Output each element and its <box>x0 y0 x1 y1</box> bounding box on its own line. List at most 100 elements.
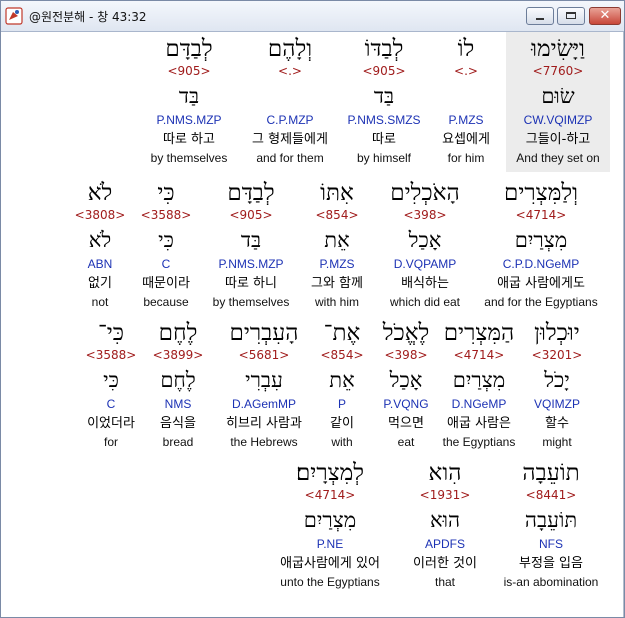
korean-gloss: 음식을 <box>160 416 196 431</box>
strong-number: <854> <box>315 208 359 222</box>
lemma-word: הוּא <box>429 508 461 532</box>
close-icon: ✕ <box>599 8 611 23</box>
korean-gloss: 히브리 사람과 <box>226 416 302 431</box>
strong-number: <3588> <box>140 208 192 222</box>
strong-number: <3808> <box>74 208 126 222</box>
english-gloss: with him <box>314 295 360 309</box>
korean-gloss: 먹으면 <box>388 416 424 431</box>
hebrew-word[interactable]: יוּכְלוּן <box>534 319 580 347</box>
parsing-code: VQIMZP <box>533 397 581 411</box>
strong-number: <5681> <box>238 348 290 362</box>
strong-number: <3201> <box>531 348 583 362</box>
maximize-button[interactable] <box>557 7 585 25</box>
korean-gloss: 애굽 사람에게도 <box>497 276 585 291</box>
parsing-code: D.AGemMP <box>231 397 297 411</box>
korean-gloss: 따로 하니 <box>225 276 277 291</box>
lemma-word: אָכַל <box>389 368 423 392</box>
strong-number: <3899> <box>152 348 204 362</box>
english-gloss: might <box>542 435 572 449</box>
korean-gloss: 그와 함께 <box>311 276 363 291</box>
strong-number: <4714> <box>453 348 505 362</box>
hebrew-word[interactable]: לֹא <box>88 179 113 207</box>
lemma-word: מִצְרַיִם <box>303 508 357 532</box>
parsing-code: CW.VQIMZP <box>523 113 593 127</box>
hebrew-word[interactable]: הָעִבְרִים <box>229 319 298 347</box>
korean-gloss: 애굽 사람은 <box>447 416 511 431</box>
english-gloss: unto the Egyptians <box>280 575 380 589</box>
english-gloss: and for the Egyptians <box>484 295 598 309</box>
strong-number: <854> <box>320 348 364 362</box>
korean-gloss: 요셉에게 <box>442 132 490 147</box>
english-gloss: for <box>103 435 119 449</box>
parsing-code: P.MZS <box>319 257 355 271</box>
close-button[interactable]: ✕ <box>589 7 621 25</box>
korean-gloss: 같이 <box>330 416 354 431</box>
strong-number: <398> <box>384 348 428 362</box>
minimize-icon <box>536 18 544 20</box>
parsing-code: C.P.MZP <box>266 113 314 127</box>
strong-number: <905> <box>229 208 273 222</box>
strong-number: <8441> <box>525 488 577 502</box>
lemma-word: יָכֹל <box>544 368 570 392</box>
english-gloss: because <box>143 295 189 309</box>
hebrew-word[interactable]: כִּי־ <box>98 319 124 347</box>
korean-gloss: 때문이라 <box>142 276 190 291</box>
english-gloss: that <box>434 575 456 589</box>
lemma-word: מִצְרַיִם <box>514 228 568 252</box>
lemma-word: תּוֹעֵבָה <box>524 508 578 532</box>
english-gloss: and for them <box>256 151 324 165</box>
strong-number: <398> <box>403 208 447 222</box>
parsing-code: P.NMS.MZP <box>218 257 284 271</box>
english-gloss: which did eat <box>389 295 461 309</box>
lemma-word: כִּי <box>158 228 174 252</box>
hebrew-word[interactable]: הָאֹכְלִים <box>390 179 459 207</box>
hebrew-word[interactable]: לְבַדּוֹ <box>365 35 404 63</box>
parsing-code: P.NMS.SMZS <box>347 113 421 127</box>
english-gloss: the Egyptians <box>442 435 516 449</box>
korean-gloss: 그들이-하고 <box>525 132 591 147</box>
strong-number: <.> <box>454 64 478 78</box>
english-gloss: by themselves <box>212 295 290 309</box>
lemma-word: שׂוּם <box>541 84 575 108</box>
hebrew-word[interactable]: לוֹ <box>458 35 475 63</box>
title-bar[interactable]: @원전분해 - 창 43:32 ✕ <box>1 1 624 32</box>
lemma-word: אֵת <box>329 368 355 392</box>
lemma-word: עִבְרִי <box>245 368 283 392</box>
hebrew-word[interactable]: וְלַמִּצְרִים <box>504 179 578 207</box>
hebrew-word[interactable]: לְמִצְרָיִם׃ <box>296 459 364 487</box>
hebrew-word[interactable]: וְלָהֶם <box>268 35 312 63</box>
parsing-code: C.P.D.NGeMP <box>502 257 580 271</box>
english-gloss: eat <box>397 435 415 449</box>
hebrew-word[interactable]: לֶחֶם <box>159 319 198 347</box>
parsing-code: P.MZS <box>448 113 484 127</box>
hebrew-word[interactable]: הַמִּצְרִים <box>444 319 515 347</box>
hebrew-word[interactable]: לֶאֱכֹל <box>383 319 430 347</box>
parsing-code: NMS <box>164 397 192 411</box>
hebrew-word[interactable]: לְבַדָּם <box>227 179 274 207</box>
hebrew-word[interactable]: כִּי <box>157 179 174 207</box>
window: @원전분해 - 창 43:32 ✕ וַיָּשִׂימוּ <7760> שׂוּ… <box>0 0 625 618</box>
english-gloss: with <box>331 435 353 449</box>
parsing-code: NFS <box>539 537 563 551</box>
lemma-word: לֹא <box>88 228 112 252</box>
english-gloss: for him <box>447 151 485 165</box>
hebrew-word[interactable]: אֶת־ <box>324 319 361 347</box>
hebrew-word[interactable]: וַיָּשִׂימוּ <box>531 35 585 63</box>
lemma-word: לֶחֶם <box>160 368 196 392</box>
english-gloss: And they set on <box>516 151 600 165</box>
english-gloss: bread <box>162 435 194 449</box>
korean-gloss: 그 형제들에게 <box>252 132 328 147</box>
hebrew-word[interactable]: הִוא <box>429 459 462 487</box>
hebrew-word[interactable]: לְבַדָּם <box>165 35 212 63</box>
hebrew-word[interactable]: תוֹעֵבָה <box>522 459 579 487</box>
korean-gloss: 없기 <box>88 276 112 291</box>
parsing-code: C <box>106 397 116 411</box>
korean-gloss: 배식하는 <box>401 276 449 291</box>
window-edge <box>623 32 624 617</box>
strong-number: <905> <box>362 64 406 78</box>
hebrew-word[interactable]: אִתּוֹ <box>320 179 354 207</box>
minimize-button[interactable] <box>526 7 554 25</box>
parsing-code: P.VQNG <box>383 397 429 411</box>
strong-number: <.> <box>278 64 302 78</box>
lemma-word: בַּד <box>240 228 262 252</box>
